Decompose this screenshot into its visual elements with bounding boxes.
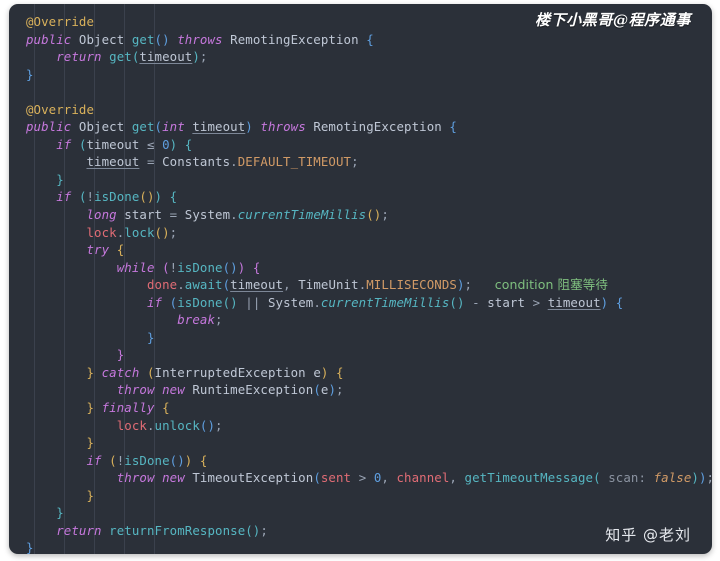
- code-line: if (!isDone()) {: [56, 189, 178, 205]
- code-line: if (!isDone()) {: [86, 452, 208, 468]
- code-line: throw new TimeoutException(sent > 0, cha…: [116, 470, 712, 486]
- code-line: try {: [86, 242, 125, 258]
- code-line: long start = System.currentTimeMillis();: [86, 207, 389, 223]
- code-line: }: [56, 171, 64, 187]
- inline-annotation-condition: condition 阻塞等待: [494, 277, 608, 293]
- code-line: }: [26, 66, 34, 82]
- watermark-bottom-right: 知乎 @老刘: [605, 526, 691, 544]
- code-line: done.await(timeout, TimeUnit.MILLISECOND…: [146, 277, 608, 293]
- code-editor-panel: @Override public Object get() throws Rem…: [9, 4, 712, 554]
- code-line: @Override: [26, 101, 95, 117]
- code-line: throw new RuntimeException(e);: [116, 382, 344, 398]
- watermark-top-right: 楼下小黑哥@程序通事: [534, 11, 691, 29]
- code-line: lock.unlock();: [116, 417, 223, 433]
- code-content[interactable]: @Override public Object get() throws Rem…: [9, 4, 712, 554]
- code-line: }: [146, 329, 155, 345]
- code-line: }: [86, 435, 95, 451]
- code-line: while (!isDone()) {: [116, 259, 261, 275]
- screenshot-root: @Override public Object get() throws Rem…: [0, 0, 720, 561]
- code-line: return get(timeout);: [56, 49, 208, 65]
- code-line: }: [56, 505, 64, 521]
- code-line: if (isDone() || System.currentTimeMillis…: [146, 294, 624, 310]
- code-line: timeout = Constants.DEFAULT_TIMEOUT;: [86, 154, 359, 170]
- code-line: } catch (InterruptedException e) {: [86, 364, 344, 380]
- code-line: break;: [177, 312, 223, 328]
- code-line: }: [116, 347, 125, 363]
- code-line: public Object get() throws RemotingExcep…: [26, 31, 374, 47]
- code-line: public Object get(int timeout) throws Re…: [26, 119, 457, 135]
- code-line: }: [86, 487, 95, 503]
- code-line: lock.lock();: [86, 224, 178, 240]
- code-line: } finally {: [86, 400, 170, 416]
- code-line: if (timeout ≤ 0) {: [56, 136, 193, 152]
